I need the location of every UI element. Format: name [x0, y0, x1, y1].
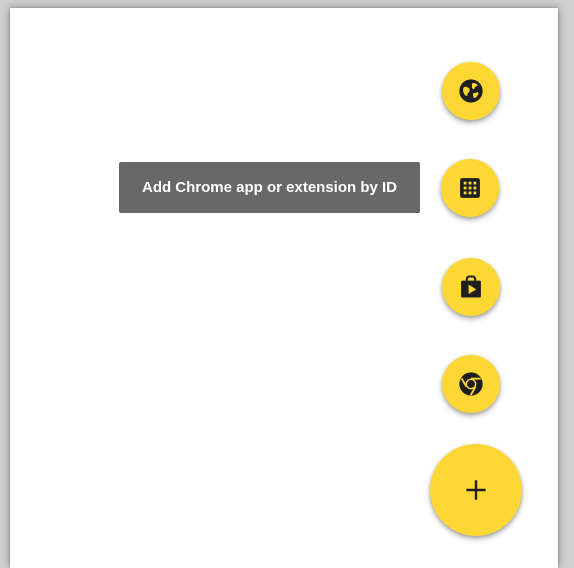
plus-icon [463, 477, 489, 503]
add-fab-button[interactable] [430, 444, 522, 536]
add-by-id-tooltip: Add Chrome app or extension by ID [119, 162, 420, 213]
chrome-icon [457, 370, 485, 398]
play-store-icon [457, 273, 485, 301]
globe-icon [457, 77, 485, 105]
chrome-fab-button[interactable] [442, 355, 500, 413]
globe-fab-button[interactable] [442, 62, 500, 120]
play-store-fab-button[interactable] [442, 258, 500, 316]
grid-apps-icon [456, 174, 484, 202]
tooltip-text: Add Chrome app or extension by ID [141, 179, 398, 196]
speed-dial-panel: Add Chrome app or extension by ID [10, 8, 558, 568]
add-by-id-fab-button[interactable] [441, 159, 499, 217]
